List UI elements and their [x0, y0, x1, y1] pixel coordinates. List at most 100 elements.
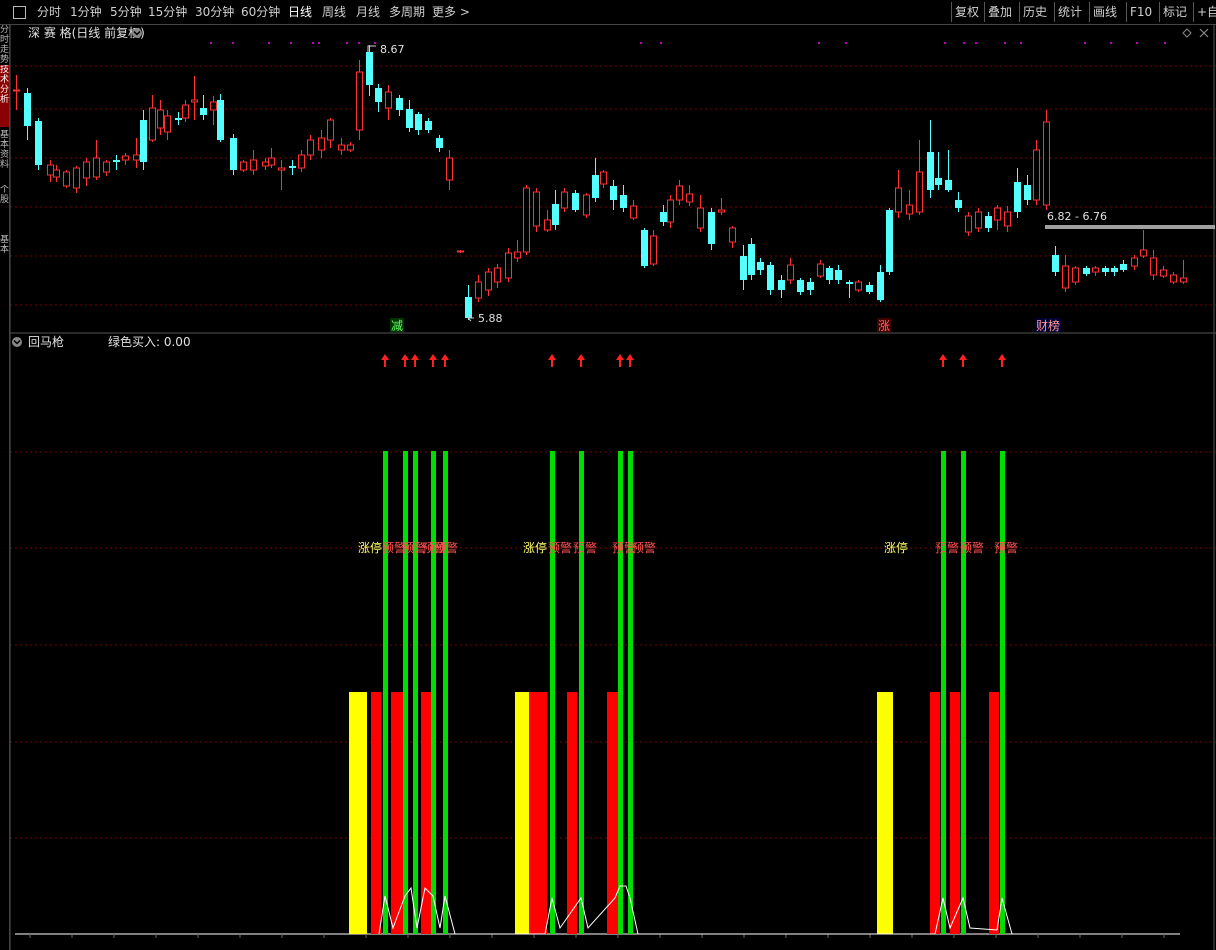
event-marker-2[interactable]: 财榜: [1036, 318, 1060, 333]
red-bar: [950, 692, 960, 934]
yellow-bar: [515, 692, 529, 934]
candlestick: [906, 190, 913, 220]
candlestick: [356, 60, 363, 140]
candlestick: [1140, 230, 1147, 258]
green-signal-line: [443, 451, 448, 934]
candlestick: [994, 205, 1001, 230]
candlestick: [1150, 250, 1157, 280]
candlestick: [1111, 266, 1118, 276]
candlestick: [494, 264, 501, 288]
buy-arrow-icon: [616, 354, 624, 367]
red-bar: [930, 692, 940, 934]
candlestick: [262, 158, 269, 170]
yellow-bar: [877, 692, 893, 934]
signal-dot: [374, 42, 376, 44]
candlestick: [191, 76, 198, 120]
green-signal-line: [431, 451, 436, 934]
signal-dot: [210, 42, 212, 44]
candlestick: [544, 210, 551, 232]
candlestick: [886, 208, 893, 275]
candlestick: [122, 153, 129, 165]
warning-label: 预警: [632, 540, 656, 555]
candlestick: [113, 155, 120, 170]
candlestick: [641, 228, 648, 268]
candlestick: [175, 112, 182, 125]
red-bar: [567, 692, 577, 934]
candlestick: [965, 212, 972, 236]
signal-dot: [312, 42, 314, 44]
candlestick: [318, 130, 325, 158]
candlestick: [826, 266, 833, 284]
candlestick: [767, 262, 774, 295]
candlestick: [1160, 266, 1167, 278]
candlestick: [945, 150, 952, 192]
candlestick: [83, 158, 90, 186]
signal-dot: [290, 42, 292, 44]
candlestick: [1014, 168, 1021, 218]
candlestick: [13, 75, 20, 110]
candlestick: [927, 120, 934, 198]
candlestick: [465, 285, 472, 320]
signal-dot: [1136, 42, 1138, 44]
buy-arrow-icon: [441, 354, 449, 367]
green-signal-line: [1000, 451, 1005, 934]
red-bar: [989, 692, 999, 934]
kline-chart-area[interactable]: 8.675.886.82 - 6.76减涨财榜 涨停 涨停 涨停预警预警预警预警 预警…: [0, 0, 1216, 950]
signal-dot: [318, 42, 320, 44]
close-panel-icon[interactable]: [1199, 28, 1209, 38]
warning-label: 预警: [935, 540, 959, 555]
candlestick: [385, 85, 392, 120]
low-price-label: 5.88: [478, 312, 503, 325]
candlestick: [103, 160, 110, 176]
candlestick: [729, 226, 736, 248]
candlestick: [1052, 246, 1059, 276]
candlestick: [1131, 255, 1138, 270]
signal-dot: [358, 42, 360, 44]
limit-up-label: 涨停: [358, 540, 382, 555]
signal-dot: [232, 42, 234, 44]
signal-dot: [963, 42, 965, 44]
candlestick: [268, 148, 275, 168]
candlestick: [1062, 255, 1069, 292]
candlestick: [650, 230, 657, 266]
candlestick: [485, 268, 492, 296]
candlestick: [787, 258, 794, 284]
candlestick: [446, 150, 453, 190]
candlestick: [200, 95, 207, 120]
green-signal-line: [618, 451, 623, 934]
candlestick: [600, 170, 607, 188]
candlestick: [835, 265, 842, 284]
candlestick: [757, 258, 764, 275]
candlestick: [327, 118, 334, 148]
candlestick: [676, 180, 683, 205]
candlestick: [916, 140, 923, 215]
candlestick: [250, 150, 257, 175]
candlestick: [1170, 272, 1177, 284]
indicator-dropdown-icon[interactable]: [12, 337, 22, 347]
candlestick: [561, 188, 568, 212]
candlestick: [620, 185, 627, 212]
title-dropdown-icon[interactable]: [132, 28, 142, 38]
green-signal-line: [403, 451, 408, 934]
candlestick: [855, 280, 862, 292]
red-bar: [371, 692, 381, 934]
buy-arrow-icon: [381, 354, 389, 367]
candlestick: [133, 138, 140, 168]
signal-dot: [1020, 42, 1022, 44]
signal-dot: [1084, 42, 1086, 44]
candlestick: [552, 190, 559, 230]
red-bar: [421, 692, 431, 934]
candlestick: [1083, 266, 1090, 276]
candlestick: [718, 198, 725, 215]
green-signal-line: [628, 451, 633, 934]
high-price-label: 8.67: [380, 43, 405, 56]
candlestick: [338, 138, 345, 155]
limit-up-label: 涨停: [523, 540, 547, 555]
range-bar: [1045, 225, 1215, 229]
candlestick: [53, 165, 60, 182]
event-marker-1[interactable]: 涨: [878, 318, 890, 333]
indicator-readout: 绿色买入: 0.00: [108, 334, 191, 349]
event-marker-0[interactable]: 减: [391, 319, 403, 333]
candlestick: [217, 94, 224, 142]
expand-icon[interactable]: [1182, 28, 1192, 38]
